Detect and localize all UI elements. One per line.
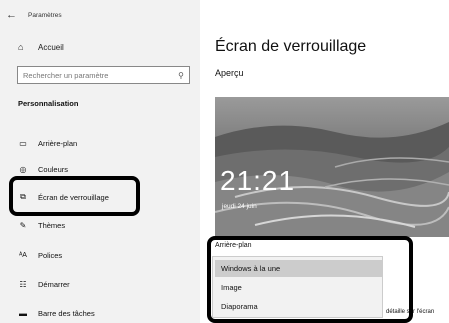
sidebar-item-colors[interactable]: ◎ Couleurs — [17, 162, 69, 176]
sidebar-item-label: Barre des tâches — [38, 308, 95, 318]
palette-icon: ◎ — [19, 164, 27, 174]
sidebar: ← Paramètres ⌂ Accueil Rechercher un par… — [0, 0, 200, 323]
taskbar-icon: ▬ — [19, 308, 27, 318]
search-input[interactable]: Rechercher un paramètre — [23, 71, 178, 80]
picture-icon: ▭ — [19, 138, 27, 148]
search-box[interactable]: Rechercher un paramètre ⚲ — [17, 66, 190, 84]
sidebar-item-fonts[interactable]: ᴬA Polices — [17, 248, 62, 262]
preview-date: jeudi 24 juin — [222, 203, 257, 210]
home-icon: ⌂ — [18, 42, 24, 52]
brush-icon: ✎ — [19, 220, 27, 230]
home-link[interactable]: ⌂ Accueil — [18, 42, 64, 52]
selection-highlight — [9, 176, 140, 216]
start-icon: ☷ — [19, 279, 27, 289]
section-title: Personnalisation — [18, 99, 79, 108]
sidebar-item-taskbar[interactable]: ▬ Barre des tâches — [17, 306, 95, 320]
sidebar-item-background[interactable]: ▭ Arrière-plan — [17, 136, 77, 150]
search-icon[interactable]: ⚲ — [178, 71, 184, 80]
back-arrow-icon[interactable]: ← — [6, 9, 20, 21]
sidebar-item-label: Thèmes — [38, 220, 66, 230]
preview-time: 21:21 — [220, 165, 296, 196]
preview-label: Aperçu — [215, 68, 244, 78]
sidebar-item-label: Démarrer — [38, 279, 70, 289]
page-title: Écran de verrouillage — [215, 38, 367, 55]
sidebar-item-label: Couleurs — [38, 164, 69, 174]
sidebar-item-label: Arrière-plan — [38, 138, 78, 148]
fonts-icon: ᴬA — [19, 251, 27, 259]
app-title: Paramètres — [28, 11, 62, 19]
sidebar-item-themes[interactable]: ✎ Thèmes — [17, 218, 65, 232]
lock-screen-preview: 21:21 jeudi 24 juin — [215, 97, 449, 237]
sidebar-item-start[interactable]: ☷ Démarrer — [17, 277, 70, 291]
title-bar: ← Paramètres — [6, 8, 62, 22]
home-label: Accueil — [38, 42, 64, 52]
sidebar-item-label: Polices — [38, 250, 63, 260]
dropdown-highlight — [207, 236, 413, 323]
